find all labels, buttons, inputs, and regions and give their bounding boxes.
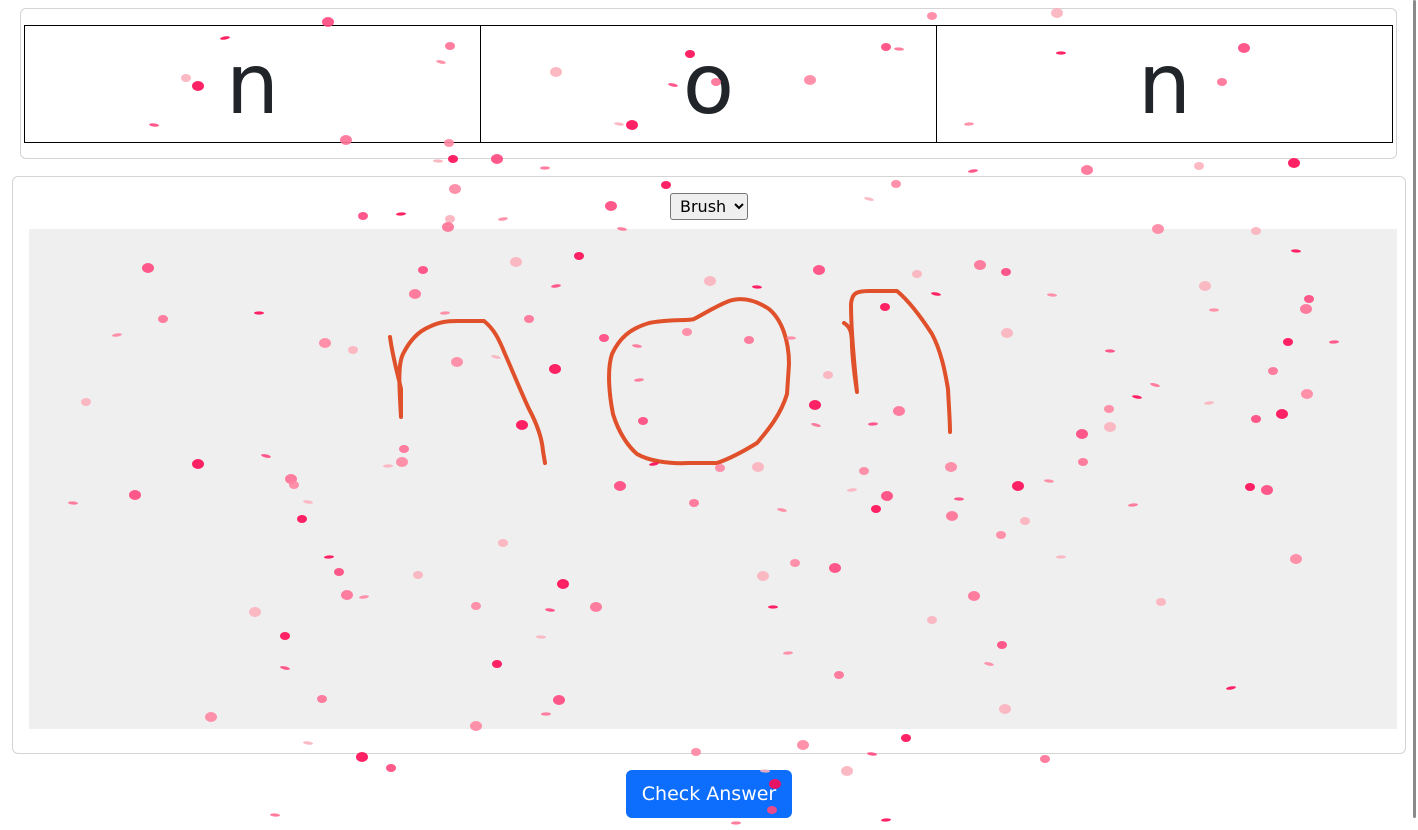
confetti-piece <box>1040 755 1050 763</box>
scrollbar-thumb[interactable] <box>1413 0 1416 818</box>
confetti-piece <box>1194 162 1204 170</box>
tool-select[interactable]: Brush <box>670 193 748 220</box>
confetti-piece <box>540 166 550 170</box>
letter-cell-2: o <box>480 25 937 143</box>
scrollbar[interactable] <box>1412 0 1418 830</box>
confetti-piece <box>1288 158 1300 168</box>
confetti-piece <box>731 821 741 825</box>
confetti-piece <box>270 813 280 817</box>
target-letters-table: n o n <box>24 25 1393 143</box>
stroke-letter-n-2 <box>842 289 952 434</box>
letter-cell-1: n <box>24 25 481 143</box>
confetti-piece <box>881 818 891 822</box>
confetti-piece <box>386 764 396 772</box>
handwriting-strokes <box>388 289 952 466</box>
confetti-piece <box>1081 165 1093 175</box>
check-answer-button[interactable]: Check Answer <box>626 770 792 818</box>
confetti-piece <box>841 766 853 776</box>
stroke-letter-o <box>607 297 791 466</box>
drawing-canvas[interactable] <box>29 229 1397 729</box>
stroke-letter-n-1 <box>388 319 547 465</box>
confetti-piece <box>433 159 443 163</box>
confetti-piece <box>968 169 978 173</box>
letter-cell-3: n <box>936 25 1393 143</box>
